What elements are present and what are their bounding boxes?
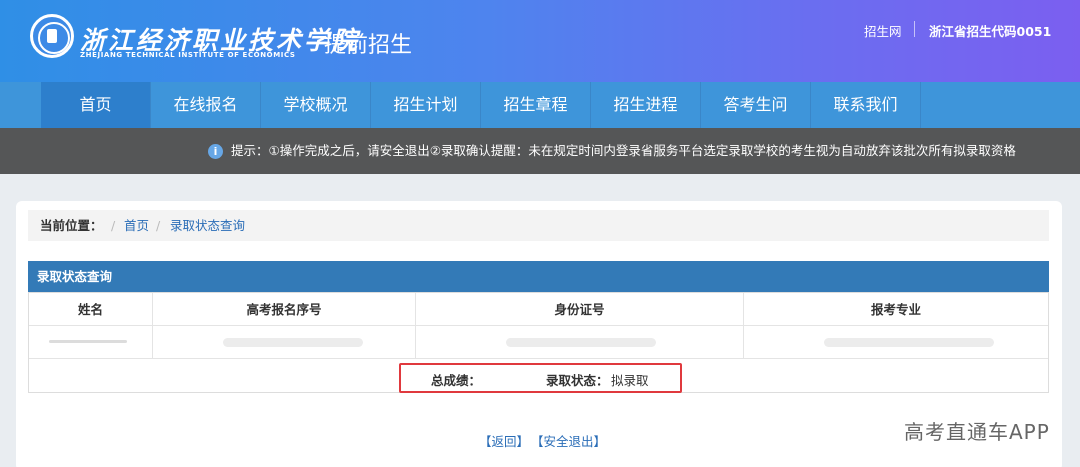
breadcrumb-home-link[interactable]: 首页 [124, 210, 149, 241]
column-header-id-number: 身份证号 [416, 293, 744, 326]
notice-text: 提示：①操作完成之后，请安全退出②录取确认提醒：未在规定时间内登录省服务平台选定… [231, 143, 1016, 158]
panel-title: 录取状态查询 [28, 261, 1049, 292]
cell-id-number-redacted [416, 326, 744, 359]
nav-school-overview[interactable]: 学校概况 [261, 82, 371, 128]
breadcrumb-current[interactable]: 录取状态查询 [170, 210, 245, 241]
nav-enrollment-charter[interactable]: 招生章程 [481, 82, 591, 128]
main-nav: 首页 在线报名 学校概况 招生计划 招生章程 招生进程 答考生问 联系我们 [0, 82, 1080, 128]
cell-exam-reg-no-redacted [153, 326, 416, 359]
school-seal-logo[interactable] [30, 14, 74, 58]
header-divider [914, 21, 915, 37]
admissions-site-link[interactable]: 招生网 [864, 21, 902, 40]
nav-online-registration[interactable]: 在线报名 [151, 82, 261, 128]
cell-major-redacted [744, 326, 1048, 359]
redacted-mark [506, 338, 656, 347]
breadcrumb-separator: / [111, 218, 116, 233]
nav-enrollment-progress[interactable]: 招生进程 [591, 82, 701, 128]
admission-status-table: 姓名 高考报名序号 身份证号 报考专业 总成绩： 录取状态： 拟录取 [28, 292, 1049, 393]
notice-bar: i 提示：①操作完成之后，请安全退出②录取确认提醒：未在规定时间内登录省服务平台… [0, 128, 1080, 174]
back-link[interactable]: 【返回】 [479, 431, 529, 450]
result-row: 总成绩： 录取状态： 拟录取 [29, 359, 1048, 393]
column-header-exam-reg-no: 高考报名序号 [153, 293, 416, 326]
breadcrumb-label: 当前位置： [40, 218, 103, 233]
redacted-mark [223, 338, 363, 347]
site-subtitle: 提前招生 [324, 33, 413, 58]
total-score-label: 总成绩： [431, 373, 482, 388]
nav-faq[interactable]: 答考生问 [701, 82, 811, 128]
nav-home[interactable]: 首页 [41, 82, 151, 128]
nav-enrollment-plan[interactable]: 招生计划 [371, 82, 481, 128]
app-watermark: 高考直通车APP [904, 420, 1050, 444]
info-icon: i [208, 144, 223, 159]
column-header-name: 姓名 [29, 293, 153, 326]
logout-link[interactable]: 【安全退出】 [531, 431, 606, 450]
breadcrumb: 当前位置： / 首页 / 录取状态查询 [28, 210, 1049, 241]
column-header-major: 报考专业 [744, 293, 1048, 326]
admission-code: 浙江省招生代码0051 [929, 24, 1052, 39]
site-header: 浙江经济职业技术学院 提前招生 ZHEJIANG TECHNICAL INSTI… [0, 0, 1080, 82]
redacted-mark [49, 340, 127, 343]
nav-contact-us[interactable]: 联系我们 [811, 82, 921, 128]
cell-name-redacted [29, 326, 153, 359]
admission-status-label: 录取状态： [546, 373, 609, 388]
breadcrumb-separator: / [156, 218, 161, 233]
redacted-mark [824, 338, 994, 347]
school-name-en: ZHEJIANG TECHNICAL INSTITUTE OF ECONOMIC… [80, 51, 296, 59]
admission-status-value: 拟录取 [611, 373, 649, 388]
